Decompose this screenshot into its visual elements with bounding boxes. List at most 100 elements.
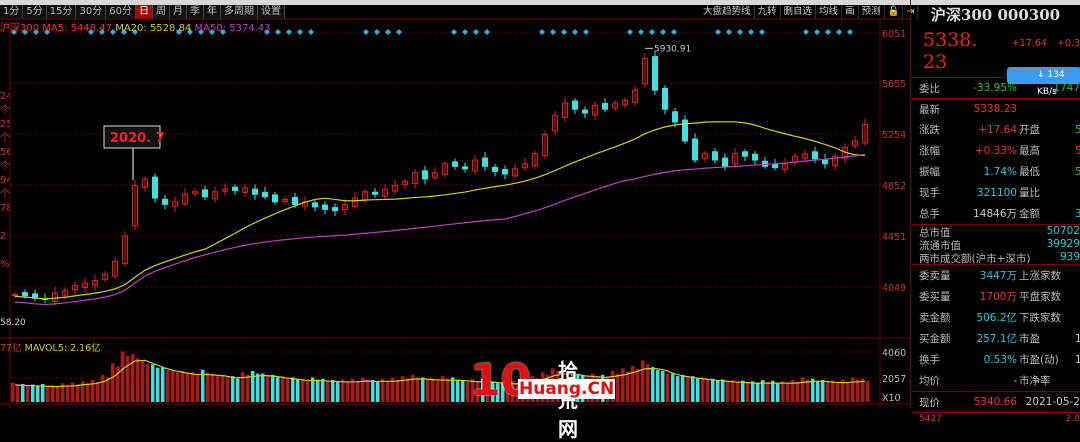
- volume-bar: [301, 378, 305, 402]
- row-value: 321100: [976, 186, 1017, 199]
- candle-body: [482, 157, 488, 167]
- volume-bar: [436, 380, 440, 402]
- row-label: 委买量: [919, 291, 951, 303]
- quote-row: 振幅 1.74%最低 528: [911, 161, 1080, 182]
- volume-bar: [826, 382, 830, 402]
- signal-marker: [374, 29, 380, 35]
- kline-chart[interactable]: 6051 5655 5254 4852 4451 4049 2020. 7 5930.91 58…: [0, 0, 910, 408]
- volume-bar: [846, 382, 850, 402]
- volume-bar: [321, 378, 325, 402]
- row-value-2: 531: [1075, 123, 1080, 136]
- cap-value: 39929: [1046, 238, 1080, 250]
- ma-legend: 沪深300 MA5: 5448.47 MA20: 5528.84 MA50: 5…: [0, 19, 271, 34]
- cap-label: 总市值: [919, 227, 951, 239]
- cap-row: 总市值 50702: [911, 225, 1080, 239]
- candle-body: [602, 103, 608, 110]
- volume-bar: [296, 379, 300, 402]
- candle-body: [372, 191, 378, 195]
- volume-bar: [621, 368, 625, 402]
- volume-bar: [426, 379, 430, 402]
- quote-rows: 涨跌 +17.64开盘 531 涨幅 +0.33%最高 537 振幅 1.74%最低 528 现手…: [911, 119, 1080, 224]
- row-value: 1700万: [979, 291, 1017, 303]
- row-value: -: [1013, 374, 1017, 387]
- stock-title: 沪深300 000300: [930, 6, 1061, 24]
- logo-en: Huang.CN: [518, 379, 616, 399]
- row-label-2: 市盈: [1019, 333, 1040, 345]
- candle-body: [772, 163, 778, 169]
- volume-bar: [216, 376, 220, 402]
- volume-bar: [811, 378, 815, 402]
- row-label-2: 下跌家数: [1019, 312, 1061, 324]
- volume-bar: [666, 373, 670, 402]
- signal-marker: [572, 29, 578, 35]
- volume-bar: [211, 373, 215, 402]
- volume-bar: [786, 383, 790, 402]
- volume-bar: [196, 374, 200, 402]
- candle-body: [232, 186, 238, 191]
- row-value: 0.53%: [983, 353, 1017, 366]
- volume-bar: [741, 380, 745, 402]
- volume-bar: [816, 380, 820, 402]
- volume-bar: [126, 355, 130, 402]
- cap-label: 两市成交额(沪市+深市): [919, 253, 1031, 265]
- signal-marker: [847, 29, 853, 35]
- volume-bar: [731, 380, 735, 402]
- volume-bar: [781, 381, 785, 402]
- signal-marker: [649, 29, 655, 35]
- candle-body: [662, 87, 668, 110]
- current-price: 5338. 23: [923, 29, 978, 73]
- cap-label: 流通市值: [919, 240, 961, 252]
- signal-marker: [748, 29, 754, 35]
- row-label: 涨幅: [919, 145, 940, 157]
- volume-bar: [371, 380, 375, 402]
- volume-bar: [696, 378, 700, 402]
- volume-bar: [256, 373, 260, 402]
- row-label-2: 金额: [1019, 208, 1040, 220]
- volume-bar: [766, 382, 770, 402]
- signal-marker: [363, 29, 369, 35]
- candle-body: [652, 56, 658, 91]
- candle-body: [462, 166, 468, 170]
- signal-marker: [803, 29, 809, 35]
- candle-body: [452, 161, 458, 167]
- volume-unit-label: X10: [882, 393, 901, 404]
- signal-marker: [297, 29, 303, 35]
- signal-marker: [451, 29, 457, 35]
- signal-marker: [308, 29, 314, 35]
- row-label-2: 平盘家数: [1019, 291, 1061, 303]
- volume-bar: [706, 379, 710, 402]
- quote-row: 涨跌 +17.64开盘 531: [911, 119, 1080, 140]
- quote-row: 买金额 257.1亿 市盈 1: [911, 328, 1080, 349]
- volume-bar: [101, 374, 105, 402]
- latest-value: 5338.23: [973, 103, 1017, 115]
- volume-bar: [286, 378, 290, 402]
- volume-bar: [751, 381, 755, 402]
- signal-marker: [550, 29, 556, 35]
- volume-bar: [856, 379, 860, 402]
- volume-bar: [96, 382, 100, 402]
- volume-bar: [311, 377, 315, 402]
- ma50-line: [14, 153, 866, 306]
- signal-marker: [825, 29, 831, 35]
- volume-bar: [36, 386, 40, 402]
- row-label-2: 上涨家数: [1019, 270, 1061, 282]
- volume-bar: [281, 376, 285, 402]
- signal-marker: [484, 29, 490, 35]
- volume-bar: [246, 374, 250, 402]
- volume-bar: [381, 378, 385, 402]
- candle-body: [742, 151, 748, 157]
- quote-row: 均价 - 市净率: [911, 370, 1080, 391]
- now-label: 现价: [919, 396, 940, 409]
- row-label: 换手: [919, 354, 940, 366]
- weibi-label: 委比: [919, 82, 940, 95]
- volume-bar: [821, 380, 825, 402]
- row-label-2: 最低: [1019, 166, 1040, 178]
- signal-marker: [462, 29, 468, 35]
- row-label-2: 开盘: [1019, 124, 1040, 136]
- volume-bar: [641, 360, 645, 402]
- row-label: 现手: [919, 187, 940, 199]
- signal-marker: [726, 29, 732, 35]
- candle-body: [332, 207, 338, 212]
- volume-bar: [421, 377, 425, 402]
- network-speed-widget[interactable]: ↓ 134 KB/s: [1007, 67, 1080, 97]
